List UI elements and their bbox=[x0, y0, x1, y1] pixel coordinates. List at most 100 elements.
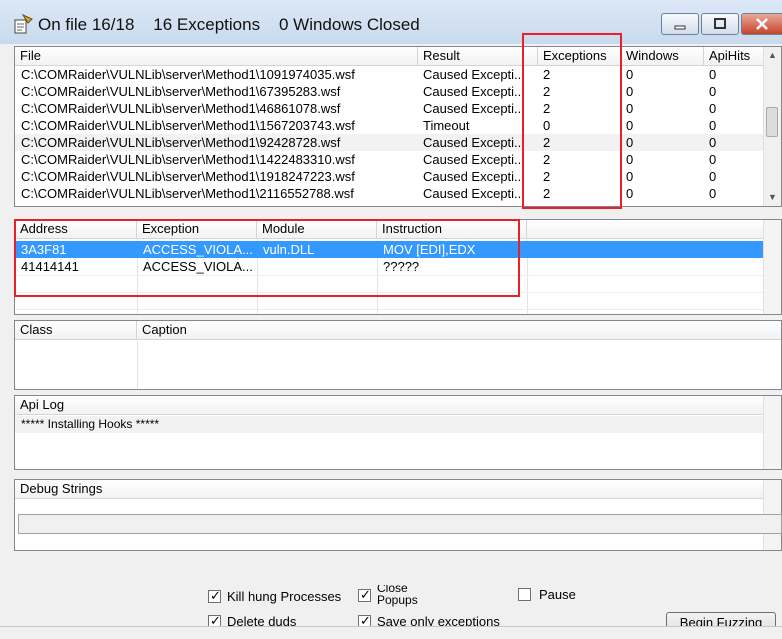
file-result: Caused Excepti... bbox=[423, 169, 525, 184]
col-exceptions[interactable]: Exceptions bbox=[538, 47, 621, 65]
row-divider bbox=[15, 292, 767, 293]
exception-module: vuln.DLL bbox=[263, 242, 315, 257]
checkbox-box[interactable]: ✓ bbox=[358, 587, 371, 602]
col-class[interactable]: Class bbox=[15, 321, 137, 339]
file-row[interactable]: C:\COMRaider\VULNLib\server\Method1\2116… bbox=[15, 185, 766, 202]
api-log-panel[interactable]: Api Log ***** Installing Hooks ***** bbox=[14, 395, 782, 470]
file-exceptions: 2 bbox=[543, 169, 551, 184]
col-windows[interactable]: Windows bbox=[621, 47, 704, 65]
row-divider bbox=[15, 309, 767, 310]
exceptions-list[interactable]: Address Exception Module Instruction 3A3… bbox=[14, 219, 782, 315]
col-module[interactable]: Module bbox=[257, 220, 377, 238]
checkbox-box[interactable]: ✓ bbox=[208, 613, 221, 626]
title-bar[interactable]: On file 16/18 16 Exceptions 0 Windows Cl… bbox=[0, 0, 782, 44]
col-file[interactable]: File bbox=[15, 47, 418, 65]
scroll-down-icon[interactable]: ▼ bbox=[764, 189, 781, 206]
save-only-exceptions-checkbox[interactable]: ✓ Save only exceptions bbox=[358, 613, 518, 626]
file-windows: 0 bbox=[626, 135, 634, 150]
file-windows: 0 bbox=[626, 84, 634, 99]
maximize-button[interactable] bbox=[701, 13, 739, 35]
checkbox-box[interactable]: ✓ bbox=[208, 588, 221, 603]
exception-row[interactable]: 41414141 ACCESS_VIOLA... ????? bbox=[15, 258, 767, 275]
kill-hung-label: Kill hung Processes bbox=[227, 589, 342, 604]
files-scrollbar[interactable]: ▲ ▼ bbox=[763, 47, 781, 206]
col-caption[interactable]: Caption bbox=[137, 321, 781, 339]
file-row[interactable]: C:\COMRaider\VULNLib\server\Method1\6739… bbox=[15, 83, 766, 100]
file-row[interactable]: C:\COMRaider\VULNLib\server\Method1\1091… bbox=[15, 66, 766, 83]
exception-row-selected[interactable]: 3A3F81 ACCESS_VIOLA... vuln.DLL MOV [EDI… bbox=[15, 241, 767, 258]
col-address[interactable]: Address bbox=[15, 220, 137, 238]
file-row[interactable]: C:\COMRaider\VULNLib\server\Method1\1918… bbox=[15, 168, 766, 185]
file-apihits: 0 bbox=[709, 152, 717, 167]
checkbox-box[interactable] bbox=[518, 588, 531, 601]
api-log-header: Api Log bbox=[15, 396, 766, 415]
file-result: Caused Excepti... bbox=[423, 135, 525, 150]
file-exceptions: 2 bbox=[543, 84, 551, 99]
file-windows: 0 bbox=[626, 118, 634, 133]
file-row[interactable]: C:\COMRaider\VULNLib\server\Method1\1422… bbox=[15, 151, 766, 168]
file-row[interactable]: C:\COMRaider\VULNLib\server\Method1\4686… bbox=[15, 100, 766, 117]
file-exceptions: 2 bbox=[543, 67, 551, 82]
file-windows: 0 bbox=[626, 152, 634, 167]
close-icon bbox=[756, 18, 768, 30]
window-bottom-edge bbox=[0, 626, 782, 639]
col-instruction[interactable]: Instruction bbox=[377, 220, 527, 238]
col-result[interactable]: Result bbox=[418, 47, 538, 65]
files-list[interactable]: File Result Exceptions Windows ApiHits C… bbox=[14, 46, 782, 207]
kill-hung-checkbox[interactable]: ✓ Kill hung Processes bbox=[208, 588, 348, 606]
exception-address: 41414141 bbox=[21, 259, 79, 274]
file-apihits: 0 bbox=[709, 118, 717, 133]
file-apihits: 0 bbox=[709, 84, 717, 99]
save-only-exceptions-label: Save only exceptions bbox=[377, 614, 500, 626]
begin-fuzzing-button[interactable]: Begin Fuzzing bbox=[666, 612, 776, 626]
check-icon: ✓ bbox=[210, 613, 221, 626]
check-icon: ✓ bbox=[360, 587, 371, 602]
api-log-scrollbar[interactable] bbox=[763, 396, 781, 469]
col-apihits[interactable]: ApiHits bbox=[704, 47, 766, 65]
col-exception[interactable]: Exception bbox=[137, 220, 257, 238]
window-title: On file 16/18 16 Exceptions 0 Windows Cl… bbox=[38, 15, 420, 34]
files-header: File Result Exceptions Windows ApiHits bbox=[15, 47, 766, 66]
exception-instruction: ????? bbox=[383, 259, 420, 274]
pause-checkbox[interactable]: Pause bbox=[518, 587, 598, 604]
file-result: Caused Excepti... bbox=[423, 67, 525, 82]
class-list[interactable]: Class Caption bbox=[14, 320, 782, 390]
file-windows: 0 bbox=[626, 101, 634, 116]
close-button[interactable] bbox=[741, 13, 782, 35]
file-result: Caused Excepti... bbox=[423, 84, 525, 99]
close-popups-checkbox[interactable]: ✓ Close Popups bbox=[358, 585, 448, 607]
exception-address: 3A3F81 bbox=[21, 242, 67, 257]
api-log-text: ***** Installing Hooks ***** bbox=[21, 417, 160, 431]
file-exceptions: 2 bbox=[543, 152, 551, 167]
exceptions-scrollbar[interactable] bbox=[763, 220, 781, 314]
file-exceptions: 0 bbox=[543, 118, 551, 133]
bottom-options-row: ✓ Delete duds ✓ Save only exceptions Beg… bbox=[0, 612, 782, 626]
check-icon: ✓ bbox=[360, 613, 371, 626]
api-log-line[interactable]: ***** Installing Hooks ***** bbox=[15, 416, 766, 433]
file-result: Caused Excepti... bbox=[423, 101, 525, 116]
exception-type: ACCESS_VIOLA... bbox=[143, 259, 253, 274]
close-popups-label: Close Popups bbox=[377, 585, 418, 607]
file-apihits: 0 bbox=[709, 101, 717, 116]
file-path: C:\COMRaider\VULNLib\server\Method1\1091… bbox=[21, 67, 355, 82]
delete-duds-checkbox[interactable]: ✓ Delete duds bbox=[208, 613, 328, 626]
minimize-button[interactable] bbox=[661, 13, 699, 35]
file-row[interactable]: C:\COMRaider\VULNLib\server\Method1\9242… bbox=[15, 134, 766, 151]
file-result: Caused Excepti... bbox=[423, 186, 525, 201]
minimize-icon bbox=[674, 25, 686, 30]
file-apihits: 0 bbox=[709, 135, 717, 150]
file-row[interactable]: C:\COMRaider\VULNLib\server\Method1\1567… bbox=[15, 117, 766, 134]
maximize-icon bbox=[714, 18, 726, 29]
debug-strings-title: Debug Strings bbox=[15, 480, 766, 498]
checkbox-box[interactable]: ✓ bbox=[358, 613, 371, 626]
class-header: Class Caption bbox=[15, 321, 781, 340]
scroll-up-icon[interactable]: ▲ bbox=[764, 47, 781, 64]
file-result: Caused Excepti... bbox=[423, 152, 525, 167]
pause-label: Pause bbox=[539, 587, 576, 602]
file-result: Timeout bbox=[423, 118, 470, 133]
delete-duds-label: Delete duds bbox=[227, 614, 297, 626]
file-path: C:\COMRaider\VULNLib\server\Method1\2116… bbox=[21, 186, 354, 201]
col-divider bbox=[137, 339, 138, 389]
scroll-thumb[interactable] bbox=[766, 107, 778, 137]
file-apihits: 0 bbox=[709, 186, 717, 201]
